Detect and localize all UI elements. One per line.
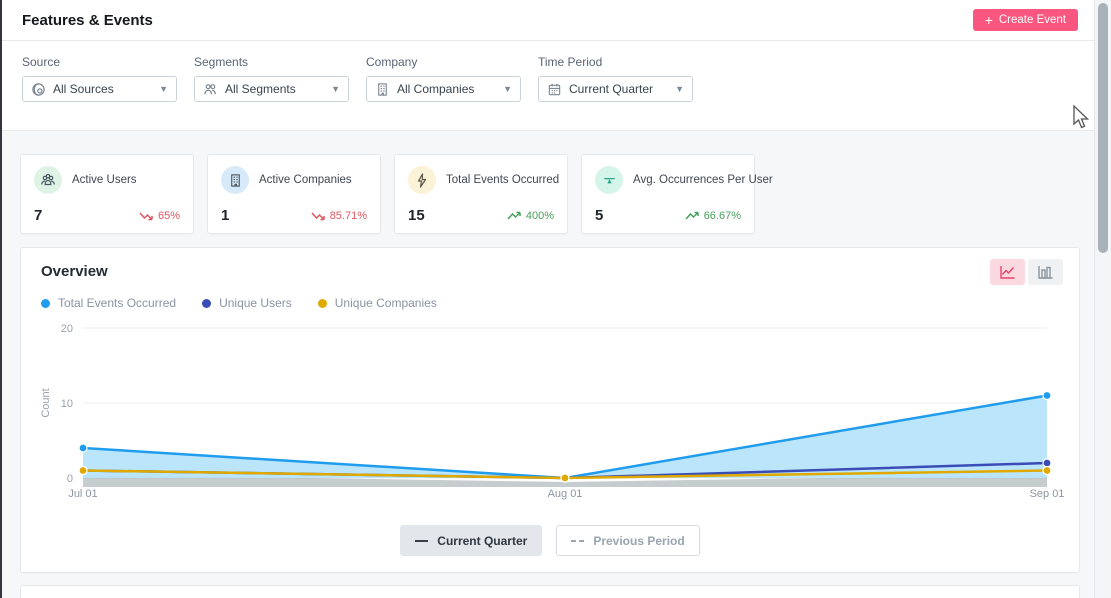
legend-dot	[41, 299, 50, 308]
legend-dot	[318, 299, 327, 308]
left-window-edge	[0, 0, 2, 598]
users-icon	[34, 166, 62, 194]
previous-period-button[interactable]: Previous Period	[556, 525, 699, 556]
bar-chart-icon	[1037, 265, 1054, 280]
chevron-down-icon: ▼	[503, 84, 512, 94]
stats-row: Active Users 7 65% Active Companies 1	[20, 154, 755, 234]
trend-arrow-icon	[311, 210, 326, 222]
stat-value: 5	[595, 207, 603, 224]
filter-source: Source All Sources ▼	[22, 55, 177, 130]
chart-type-toggle	[990, 259, 1063, 285]
current-quarter-label: Current Quarter	[437, 534, 527, 548]
trend-arrow-icon	[685, 210, 700, 222]
trend-arrow-icon	[507, 210, 522, 222]
stat-label: Total Events Occurred	[446, 174, 559, 186]
svg-text:10: 10	[61, 398, 73, 410]
legend-label: Unique Companies	[335, 296, 437, 310]
svg-text:Count: Count	[40, 388, 52, 417]
legend-label: Total Events Occurred	[58, 296, 176, 310]
stat-card-active-companies: Active Companies 1 85.71%	[207, 154, 381, 234]
svg-text:Jul 01: Jul 01	[68, 488, 97, 500]
overview-area-chart[interactable]: 0 10 20 Count Jul 01 Aug 01 Sep 01	[37, 316, 1067, 512]
legend-dot	[202, 299, 211, 308]
dashed-line-icon	[571, 540, 584, 542]
calendar-icon	[547, 82, 562, 97]
source-dropdown[interactable]: All Sources ▼	[22, 76, 177, 102]
stat-value: 7	[34, 207, 42, 224]
svg-text:Aug 01: Aug 01	[548, 488, 583, 500]
company-icon	[221, 166, 249, 194]
current-quarter-button[interactable]: Current Quarter	[400, 525, 542, 556]
stat-label: Active Companies	[259, 174, 352, 186]
trend-up-indicator: 66.67%	[685, 210, 741, 222]
stat-value: 15	[408, 207, 425, 224]
page-header: Features & Events + Create Event	[2, 0, 1094, 41]
bar-chart-toggle-button[interactable]	[1028, 259, 1063, 285]
overview-card: Overview Total Events Occurred Unique Us…	[20, 247, 1080, 573]
trend-down-indicator: 65%	[139, 210, 180, 222]
stat-card-active-users: Active Users 7 65%	[20, 154, 194, 234]
filter-time-period: Time Period Current Quarter ▼	[538, 55, 693, 130]
filter-company: Company All Companies ▼	[366, 55, 521, 130]
filter-segments-label: Segments	[194, 55, 349, 69]
create-event-label: Create Event	[999, 14, 1066, 26]
period-buttons: Current Quarter Previous Period	[21, 525, 1079, 556]
legend-item-total-events[interactable]: Total Events Occurred	[41, 296, 176, 310]
solid-line-icon	[415, 540, 428, 542]
stat-label: Active Users	[72, 174, 137, 186]
page-title: Features & Events	[22, 12, 153, 29]
legend-item-unique-users[interactable]: Unique Users	[202, 296, 292, 310]
svg-text:20: 20	[61, 323, 73, 335]
globe-icon	[31, 82, 46, 97]
company-dropdown[interactable]: All Companies ▼	[366, 76, 521, 102]
stat-value: 1	[221, 207, 229, 224]
gauge-icon	[595, 166, 623, 194]
stat-label: Avg. Occurrences Per User	[633, 174, 773, 186]
stat-change: 65%	[158, 210, 180, 222]
line-chart-toggle-button[interactable]	[990, 259, 1025, 285]
bolt-icon	[408, 166, 436, 194]
filter-company-label: Company	[366, 55, 521, 69]
company-value: All Companies	[397, 82, 496, 96]
scrollbar-thumb[interactable]	[1098, 3, 1108, 253]
legend-item-unique-companies[interactable]: Unique Companies	[318, 296, 437, 310]
trend-arrow-icon	[139, 210, 154, 222]
legend-label: Unique Users	[219, 296, 292, 310]
plus-icon: +	[985, 13, 993, 27]
create-event-button[interactable]: + Create Event	[973, 9, 1078, 31]
segments-value: All Segments	[225, 82, 324, 96]
svg-text:0: 0	[67, 473, 73, 485]
segments-dropdown[interactable]: All Segments ▼	[194, 76, 349, 102]
chevron-down-icon: ▼	[159, 84, 168, 94]
stat-card-avg-occurrences: Avg. Occurrences Per User 5 66.67%	[581, 154, 755, 234]
previous-period-label: Previous Period	[593, 534, 684, 548]
stat-card-total-events: Total Events Occurred 15 400%	[394, 154, 568, 234]
chevron-down-icon: ▼	[331, 84, 340, 94]
source-value: All Sources	[53, 82, 152, 96]
chevron-down-icon: ▼	[675, 84, 684, 94]
chart-legend: Total Events Occurred Unique Users Uniqu…	[41, 296, 437, 310]
svg-text:Sep 01: Sep 01	[1030, 488, 1065, 500]
filter-segments: Segments All Segments ▼	[194, 55, 349, 130]
filter-source-label: Source	[22, 55, 177, 69]
time-period-dropdown[interactable]: Current Quarter ▼	[538, 76, 693, 102]
next-section-card	[20, 585, 1080, 598]
filter-bar: Source All Sources ▼ Segments All Segmen…	[2, 41, 1094, 131]
stat-change: 400%	[526, 210, 554, 222]
stat-change: 66.67%	[704, 210, 741, 222]
filter-time-period-label: Time Period	[538, 55, 693, 69]
people-icon	[203, 82, 218, 97]
line-chart-icon	[999, 265, 1016, 280]
time-period-value: Current Quarter	[569, 82, 668, 96]
trend-down-indicator: 85.71%	[311, 210, 367, 222]
vertical-scrollbar[interactable]	[1094, 0, 1111, 598]
stat-change: 85.71%	[330, 210, 367, 222]
overview-title: Overview	[41, 263, 108, 280]
trend-up-indicator: 400%	[507, 210, 554, 222]
building-icon	[375, 82, 390, 97]
